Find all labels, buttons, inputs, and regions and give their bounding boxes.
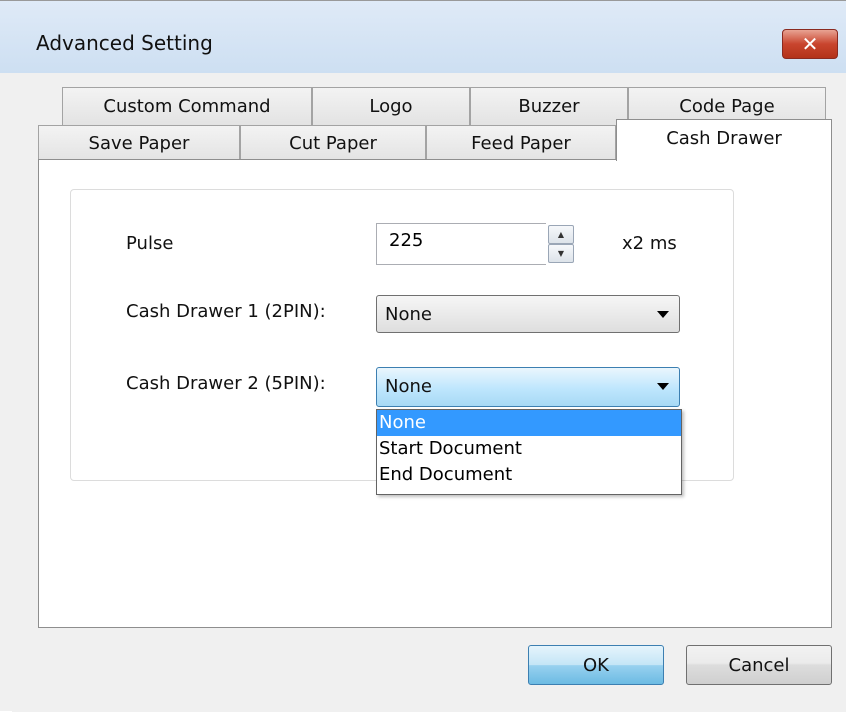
tab-label: Logo — [369, 96, 413, 117]
tab-cash-drawer[interactable]: Cash Drawer — [616, 119, 832, 161]
up-arrow-icon: ▲ — [557, 230, 565, 239]
cash-drawer-2-dropdown-list: None Start Document End Document — [376, 409, 682, 495]
tab-feed-paper[interactable]: Feed Paper — [426, 125, 616, 161]
tab-save-paper[interactable]: Save Paper — [38, 125, 240, 161]
cash-drawer-1-select[interactable]: None — [376, 295, 680, 333]
pulse-input[interactable]: 225 — [376, 223, 546, 265]
cash-drawer-2-select[interactable]: None — [376, 367, 680, 407]
pulse-spinner: ▲ ▼ — [546, 223, 576, 265]
cash-drawer-1-label: Cash Drawer 1 (2PIN): — [126, 301, 326, 322]
chevron-down-icon — [657, 311, 669, 318]
advanced-setting-dialog: Advanced Setting ✕ Custom Command Logo B… — [0, 0, 846, 712]
chevron-down-icon — [657, 383, 669, 390]
tab-logo[interactable]: Logo — [312, 87, 470, 125]
tab-label: Custom Command — [103, 96, 271, 117]
option-none[interactable]: None — [377, 410, 681, 436]
close-icon: ✕ — [801, 32, 819, 56]
title-bar[interactable]: Advanced Setting ✕ — [0, 1, 846, 73]
ok-button[interactable]: OK — [528, 645, 664, 685]
spin-down-button[interactable]: ▼ — [548, 244, 574, 263]
cash-drawer-2-label: Cash Drawer 2 (5PIN): — [126, 373, 326, 394]
select-value: None — [385, 376, 432, 397]
tab-custom-command[interactable]: Custom Command — [62, 87, 312, 125]
tab-label: Feed Paper — [471, 133, 571, 154]
close-button[interactable]: ✕ — [782, 29, 838, 59]
tab-buzzer[interactable]: Buzzer — [470, 87, 628, 125]
option-start-document[interactable]: Start Document — [377, 436, 681, 462]
cancel-button[interactable]: Cancel — [686, 645, 832, 685]
pulse-unit-label: x2 ms — [622, 233, 677, 254]
spin-up-button[interactable]: ▲ — [548, 225, 574, 244]
window-title: Advanced Setting — [36, 31, 213, 55]
tab-label: Cash Drawer — [666, 128, 782, 149]
tab-label: Cut Paper — [289, 133, 377, 154]
tab-cut-paper[interactable]: Cut Paper — [240, 125, 426, 161]
tab-label: Save Paper — [88, 133, 190, 154]
select-value: None — [385, 304, 432, 325]
tab-label: Code Page — [679, 96, 775, 117]
down-arrow-icon: ▼ — [557, 249, 565, 258]
tab-label: Buzzer — [518, 96, 580, 117]
option-end-document[interactable]: End Document — [377, 462, 681, 488]
pulse-label: Pulse — [126, 233, 174, 254]
